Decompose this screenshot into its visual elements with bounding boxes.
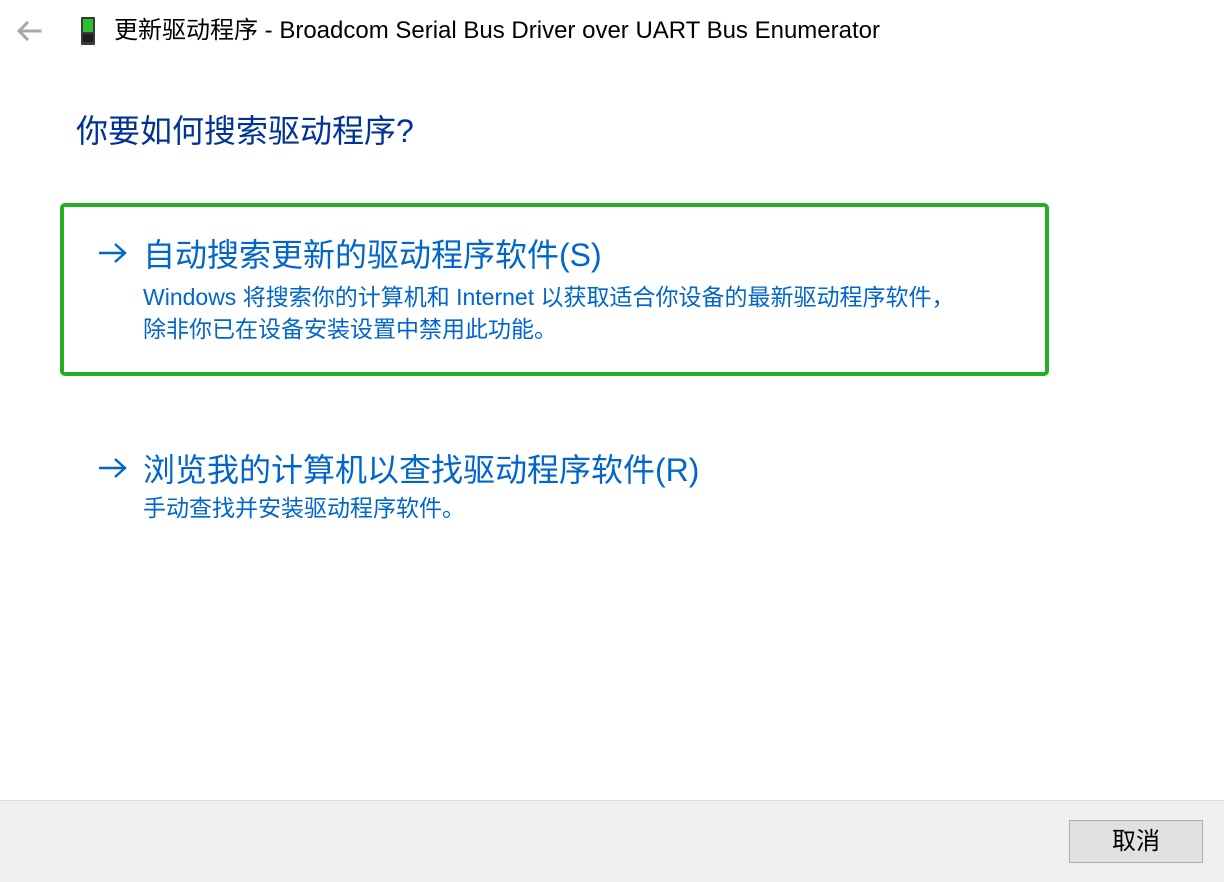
arrow-right-icon bbox=[99, 243, 127, 263]
dialog-footer: 取消 bbox=[0, 800, 1224, 882]
browse-computer-title[interactable]: 浏览我的计算机以查找驱动程序软件(R) bbox=[143, 450, 699, 490]
back-arrow-icon bbox=[16, 20, 42, 42]
auto-search-option[interactable]: 自动搜索更新的驱动程序软件(S) Windows 将搜索你的计算机和 Inter… bbox=[60, 203, 1049, 376]
page-heading: 你要如何搜索驱动程序? bbox=[76, 113, 414, 149]
cancel-button[interactable]: 取消 bbox=[1069, 820, 1203, 863]
browse-computer-option[interactable]: 浏览我的计算机以查找驱动程序软件(R) 手动查找并安装驱动程序软件。 bbox=[60, 430, 1049, 540]
back-button[interactable] bbox=[14, 18, 44, 44]
device-icon bbox=[81, 17, 95, 45]
auto-search-title[interactable]: 自动搜索更新的驱动程序软件(S) bbox=[143, 235, 602, 275]
browse-computer-description-line: 手动查找并安装驱动程序软件。 bbox=[143, 495, 465, 521]
arrow-right-icon bbox=[99, 458, 127, 478]
update-driver-window: 更新驱动程序 - Broadcom Serial Bus Driver over… bbox=[0, 0, 1224, 882]
title-bar: 更新驱动程序 - Broadcom Serial Bus Driver over… bbox=[0, 0, 1224, 62]
auto-search-description-line: 除非你已在设备安装设置中禁用此功能。 bbox=[143, 316, 557, 342]
auto-search-description: Windows 将搜索你的计算机和 Internet 以获取适合你设备的最新驱动… bbox=[143, 281, 954, 345]
window-title: 更新驱动程序 - Broadcom Serial Bus Driver over… bbox=[114, 17, 880, 44]
auto-search-description-line: Windows 将搜索你的计算机和 Internet 以获取适合你设备的最新驱动… bbox=[143, 284, 955, 310]
browse-computer-description: 手动查找并安装驱动程序软件。 bbox=[143, 492, 465, 524]
